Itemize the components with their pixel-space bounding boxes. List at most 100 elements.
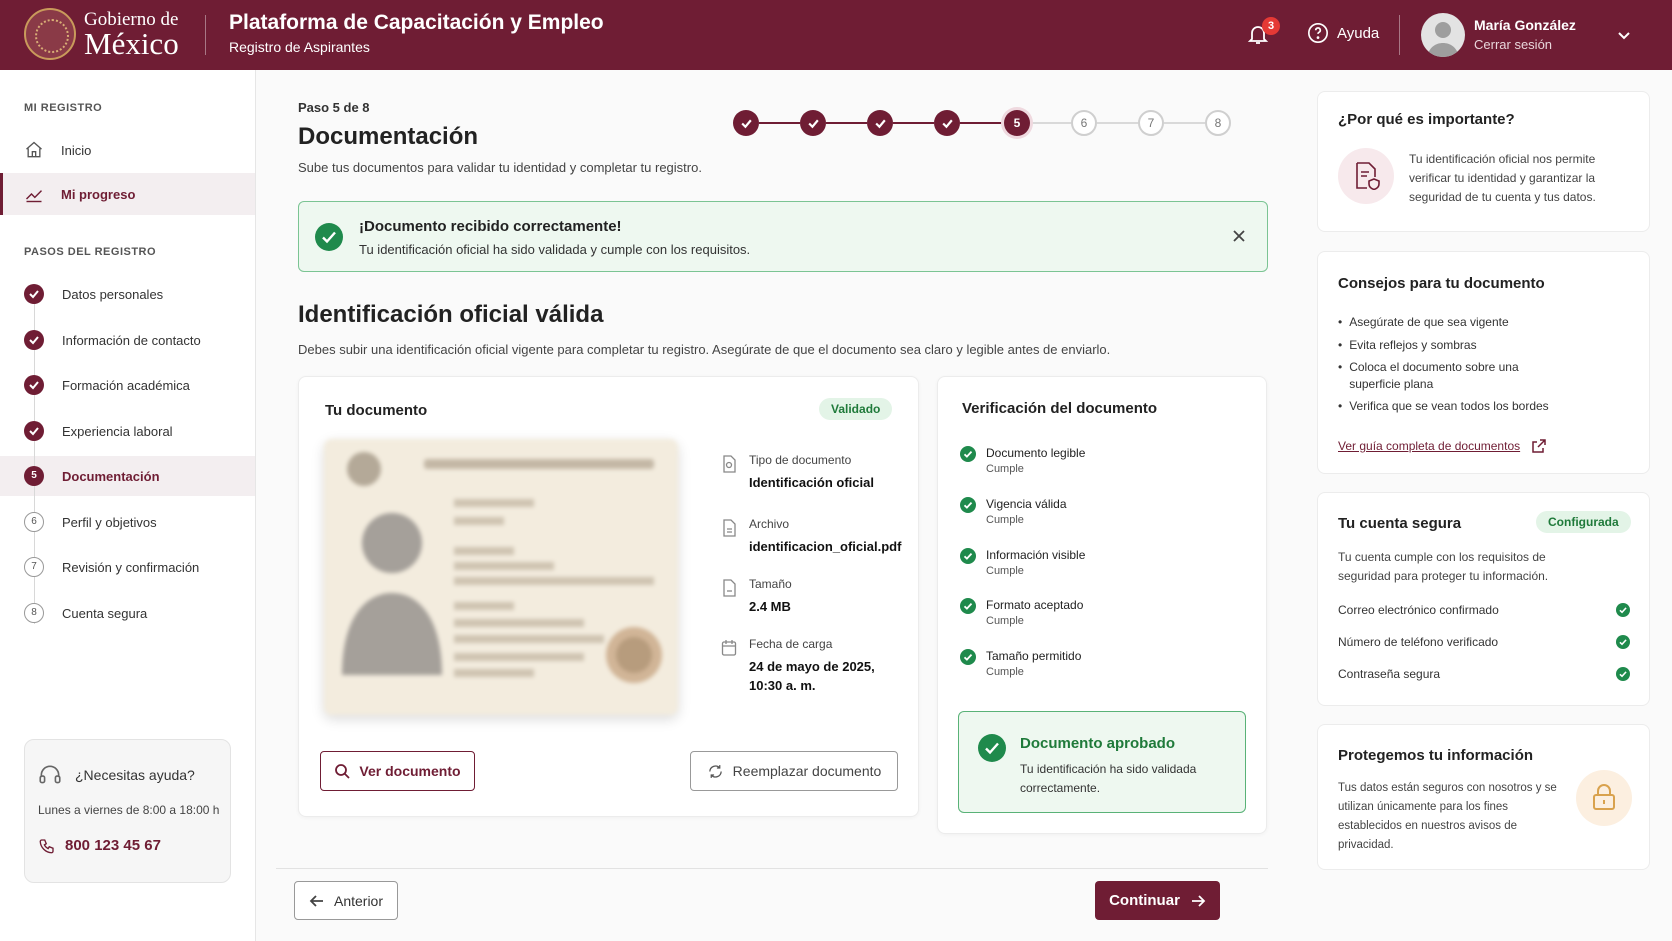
button-label: Anterior [333, 892, 384, 909]
button-label: Ver documento [359, 763, 461, 779]
tips-title: Consejos para tu documento [1338, 275, 1545, 292]
stepper-connector [1030, 122, 1071, 124]
sidebar-step-experiencia-laboral[interactable]: Experiencia laboral [24, 419, 173, 443]
meta-value: Identificación oficial [749, 475, 874, 490]
back-button[interactable]: Anterior [294, 881, 398, 920]
section-title: Identificación oficial válida [298, 301, 604, 328]
check-circle-icon [1616, 667, 1630, 681]
sidebar-step-formacion-academica[interactable]: Formación académica [24, 373, 190, 397]
sidebar-item-inicio[interactable]: Inicio [0, 130, 255, 170]
meta-label: Tamaño [749, 577, 792, 591]
file-icon [723, 519, 736, 537]
check-label: Información visible [986, 548, 1086, 562]
step-label: Datos personales [62, 286, 164, 302]
stepper-step-pending[interactable]: 7 [1138, 110, 1164, 136]
secure-account-card: Tu cuenta segura Configurada Tu cuenta c… [1317, 492, 1650, 706]
help-hours: Lunes a viernes de 8:00 a 18:00 h [38, 803, 220, 817]
check-label: Documento legible [986, 446, 1086, 460]
step-label: Documentación [62, 468, 160, 484]
step-indicator: Paso 5 de 8 [298, 100, 370, 115]
close-alert-button[interactable] [1231, 228, 1247, 244]
close-icon [1233, 230, 1245, 242]
external-link-icon [1532, 439, 1546, 453]
step-number-badge: 7 [24, 557, 44, 577]
button-label: Reemplazar documento [732, 763, 882, 779]
check-circle-icon [315, 223, 343, 251]
stepper-step-current[interactable]: 5 [1004, 110, 1030, 136]
government-logo[interactable]: Gobierno de México [24, 8, 179, 60]
help-button[interactable]: Ayuda [1307, 22, 1379, 44]
help-label: Ayuda [1337, 24, 1380, 42]
verification-check: Vigencia válida Cumple [960, 497, 1067, 526]
check-circle-icon [960, 548, 976, 564]
privacy-text: Tus datos están seguros con nosotros y s… [1338, 782, 1557, 851]
id-document-preview[interactable] [324, 439, 678, 715]
tip-item: • Evita reflejos y sombras [1338, 338, 1477, 352]
step-label: Perfil y objetivos [62, 514, 157, 530]
page-title: Documentación [298, 123, 479, 150]
step-label: Cuenta segura [62, 605, 148, 621]
meta-label: Archivo [749, 517, 790, 531]
phone-icon [39, 839, 54, 854]
sidebar-item-mi-progreso[interactable]: Mi progreso [0, 173, 255, 215]
check-icon [807, 119, 819, 128]
step-label: Información de contacto [62, 332, 201, 348]
user-menu-toggle[interactable] [1616, 27, 1632, 43]
tips-card: Consejos para tu documento • Asegúrate de… [1317, 251, 1650, 474]
step-done-icon [24, 375, 44, 395]
check-circle-icon [960, 446, 976, 462]
approved-title: Documento aprobado [1020, 735, 1176, 752]
secure-check-item: Contraseña segura [1338, 667, 1630, 681]
success-alert: ¡Documento recibido correctamente! Tu id… [298, 201, 1268, 272]
view-document-button[interactable]: Ver documento [320, 751, 475, 791]
continue-button[interactable]: Continuar [1095, 881, 1220, 920]
section-description: Debes subir una identificación oficial v… [298, 342, 1111, 357]
coat-of-arms-icon [24, 8, 76, 60]
sidebar-step-datos-personales[interactable]: Datos personales [24, 282, 163, 306]
step-label: Formación académica [62, 377, 190, 393]
trend-icon [25, 190, 43, 203]
stepper-step-done[interactable] [867, 110, 893, 136]
sidebar-step-informacion-contacto[interactable]: Información de contacto [24, 328, 201, 352]
step-done-icon [24, 330, 44, 350]
status-badge: Configurada [1536, 511, 1631, 533]
avatar[interactable] [1421, 13, 1465, 57]
notification-count-badge: 3 [1262, 17, 1280, 35]
sidebar-step-revision[interactable]: 7 Revisión y confirmación [24, 555, 199, 579]
sidebar-section-label: PASOS DEL REGISTRO [24, 246, 157, 258]
header-divider-2 [1399, 15, 1400, 55]
check-icon [941, 119, 953, 128]
document-card-title: Tu documento [325, 402, 428, 419]
tip-item: • Asegúrate de que sea vigente [1338, 315, 1509, 329]
check-label: Tamaño permitido [986, 649, 1082, 663]
secure-text: Tu cuenta cumple con los requisitos de s… [1338, 550, 1549, 583]
document-guide-link[interactable]: Ver guía completa de documentos [1338, 439, 1546, 453]
stepper-step-pending[interactable]: 8 [1205, 110, 1231, 136]
footer-divider [276, 868, 1268, 869]
stepper-step-pending[interactable]: 6 [1071, 110, 1097, 136]
replace-document-button[interactable]: Reemplazar documento [690, 751, 898, 791]
step-number-badge: 5 [24, 466, 44, 486]
sidebar-item-label: Inicio [61, 142, 92, 158]
calendar-icon [721, 640, 737, 656]
lock-icon [1576, 770, 1632, 826]
top-bar: Gobierno de México Plataforma de Capacit… [0, 0, 1672, 70]
verification-check: Documento legible Cumple [960, 446, 1085, 475]
sidebar-step-documentacion[interactable]: 5 Documentación [24, 464, 160, 488]
meta-value: 2.4 MB [749, 599, 791, 614]
sidebar-section-label: MI REGISTRO [24, 102, 103, 114]
help-phone-link[interactable]: 800 123 45 67 [65, 837, 161, 854]
sidebar-step-perfil-objetivos[interactable]: 6 Perfil y objetivos [24, 510, 157, 534]
stepper-step-done[interactable] [934, 110, 960, 136]
meta-value: 24 de mayo de 2025, 10:30 a. m. [749, 659, 875, 693]
stepper-connector [893, 122, 934, 124]
header-divider [205, 15, 206, 55]
sidebar-step-cuenta-segura[interactable]: 8 Cuenta segura [24, 601, 147, 625]
alert-text: Tu identificación oficial ha sido valida… [359, 242, 751, 257]
stepper-step-done[interactable] [733, 110, 759, 136]
help-circle-icon [1308, 23, 1328, 43]
headset-icon [39, 765, 61, 784]
tip-item: • Verifica que se vean todos los bordes [1338, 399, 1549, 413]
logout-link[interactable]: Cerrar sesión [1474, 37, 1552, 52]
stepper-step-done[interactable] [800, 110, 826, 136]
